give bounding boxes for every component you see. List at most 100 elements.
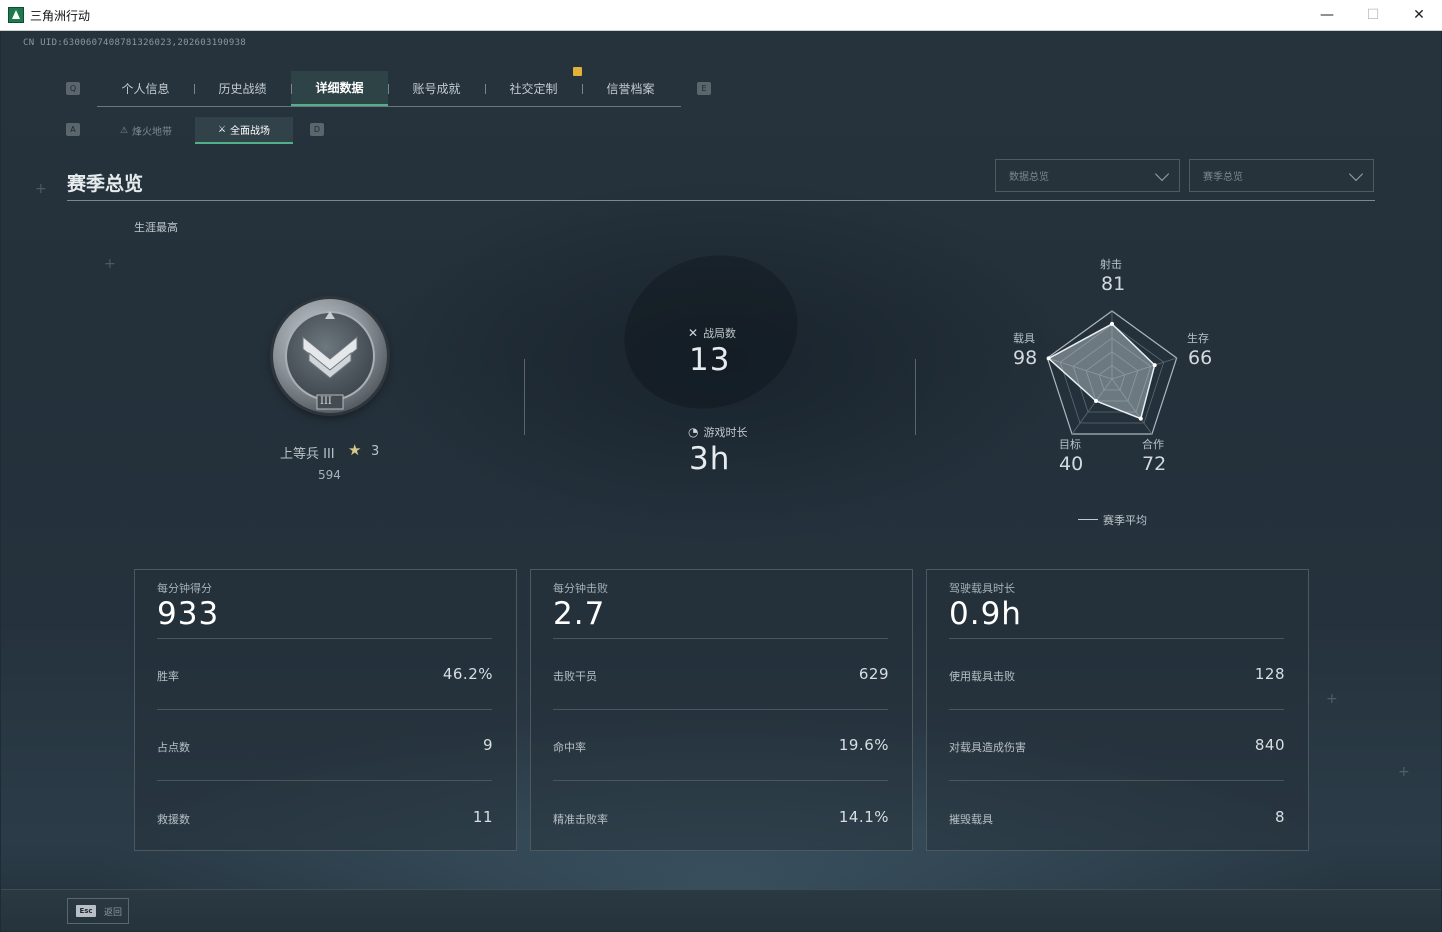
- radar-point: [1152, 363, 1157, 368]
- radar-legend: 赛季平均: [1103, 514, 1147, 527]
- chevron-down-icon: [1348, 166, 1364, 182]
- decor-crosshair: +: [1398, 764, 1410, 780]
- esc-key-icon: Esc: [76, 905, 96, 917]
- card-divider: [949, 638, 1284, 639]
- row-label: 摧毁载具: [949, 813, 993, 826]
- tab-achievements[interactable]: 账号成就: [388, 71, 485, 106]
- radar-point: [1138, 416, 1143, 421]
- matches-label-row: ✕ 战局数: [688, 325, 736, 341]
- radar-label-shooting: 射击: [1100, 258, 1122, 271]
- radar-point: [1094, 399, 1099, 404]
- radar-series-area: [1047, 322, 1156, 420]
- row-label: 占点数: [157, 741, 190, 754]
- star-icon: ★: [348, 441, 362, 459]
- matches-value: 13: [689, 342, 731, 378]
- column-divider: [524, 359, 525, 435]
- hotkey-prev-tab: Q: [66, 82, 80, 95]
- tab-match-history[interactable]: 历史战绩: [194, 71, 291, 106]
- radar-label-survival: 生存: [1187, 332, 1209, 345]
- row-value: 19.6%: [838, 736, 889, 754]
- row-label: 命中率: [553, 741, 586, 754]
- vehicle-time-card: 驾驶载具时长 0.9h 使用载具击败 128 对载具造成伤害 840 摧毁载具 …: [926, 569, 1309, 851]
- radar-value-objective: 40: [1059, 453, 1084, 475]
- dropdown-value: 数据总览: [1009, 172, 1049, 183]
- card-divider: [949, 780, 1284, 781]
- column-divider: [915, 359, 916, 435]
- card-divider: [157, 709, 492, 710]
- card-divider: [157, 638, 492, 639]
- playtime-label-row: ◔ 游戏时长: [688, 424, 747, 440]
- row-value: 14.1%: [838, 808, 889, 826]
- tab-detailed-data[interactable]: 详细数据: [291, 71, 388, 106]
- card-title: 每分钟击败: [553, 582, 608, 595]
- card-divider: [553, 638, 888, 639]
- card-row: 使用载具击败 128: [949, 665, 1285, 685]
- score-per-minute-card: 每分钟得分 933 胜率 46.2% 占点数 9 救援数 11: [134, 569, 517, 851]
- decor-crosshair: +: [104, 256, 116, 272]
- card-title: 每分钟得分: [157, 582, 212, 595]
- hotkey-next-tab: E: [697, 82, 711, 95]
- maximize-button[interactable]: ☐: [1350, 0, 1396, 31]
- playtime-value: 3h: [689, 441, 731, 477]
- career-best-label: 生涯最高: [134, 221, 178, 234]
- rank-score: 594: [318, 468, 341, 482]
- tab-credit-record[interactable]: 信誉档案: [582, 71, 679, 106]
- radar-value-vehicle: 98: [1013, 347, 1038, 369]
- window-controls: — ☐ ✕: [1304, 0, 1442, 31]
- row-value: 9: [482, 736, 493, 754]
- data-overview-dropdown[interactable]: 数据总览: [995, 159, 1180, 192]
- minimize-button[interactable]: —: [1304, 0, 1350, 31]
- card-row: 精准击败率 14.1%: [553, 808, 889, 828]
- row-value: 128: [1254, 665, 1285, 683]
- mode-subtabs: ⚠ 烽火地带 ⚔ 全面战场: [97, 117, 293, 144]
- tab-personal-info[interactable]: 个人信息: [97, 71, 194, 106]
- row-label: 使用载具击败: [949, 670, 1015, 683]
- warning-icon: ⚠: [119, 125, 129, 136]
- card-value: 933: [157, 596, 220, 632]
- subtab-operations[interactable]: ⚠ 烽火地带: [97, 117, 195, 144]
- row-value: 46.2%: [442, 665, 493, 683]
- radar-point: [1046, 356, 1051, 361]
- close-button[interactable]: ✕: [1396, 0, 1442, 31]
- season-dropdown[interactable]: 赛季总览: [1189, 159, 1374, 192]
- radar-value-survival: 66: [1188, 347, 1213, 369]
- radar-label-vehicle: 载具: [1013, 332, 1035, 345]
- crossed-swords-icon: ⚔: [217, 124, 227, 135]
- notification-badge: [573, 67, 582, 76]
- subtab-label: 全面战场: [230, 126, 271, 137]
- bottom-bar: Esc 返回: [1, 889, 1441, 931]
- section-divider: [67, 200, 1375, 201]
- row-value: 629: [858, 665, 889, 683]
- subtab-warfare[interactable]: ⚔ 全面战场: [195, 117, 293, 144]
- card-row: 对载具造成伤害 840: [949, 736, 1285, 756]
- card-divider: [553, 780, 888, 781]
- radar-label-objective: 目标: [1059, 438, 1081, 451]
- back-label: 返回: [104, 907, 123, 918]
- card-row: 摧毁载具 8: [949, 808, 1285, 828]
- radar-label-teamwork: 合作: [1142, 438, 1164, 451]
- card-title: 驾驶载具时长: [949, 582, 1015, 595]
- crossed-swords-icon: ✕: [688, 326, 699, 340]
- radar-value-shooting: 81: [1101, 273, 1126, 295]
- window-title: 三角洲行动: [30, 8, 91, 23]
- card-value: 2.7: [553, 596, 606, 632]
- back-button[interactable]: Esc 返回: [67, 898, 129, 924]
- row-value: 11: [472, 808, 493, 826]
- radar-value-teamwork: 72: [1142, 453, 1167, 475]
- app-logo-icon: [8, 7, 24, 23]
- card-row: 击败干员 629: [553, 665, 889, 685]
- matches-label: 战局数: [703, 327, 737, 340]
- game-viewport: + + + + CN UID:6300607408781326023,20260…: [1, 31, 1441, 931]
- card-row: 命中率 19.6%: [553, 736, 889, 756]
- row-label: 胜率: [157, 670, 179, 683]
- window-titlebar: 三角洲行动 — ☐ ✕: [0, 0, 1442, 31]
- stopwatch-icon: ◔: [688, 425, 699, 439]
- card-divider: [553, 709, 888, 710]
- row-label: 救援数: [157, 813, 190, 826]
- kills-per-minute-card: 每分钟击败 2.7 击败干员 629 命中率 19.6% 精准击败率 14.1%: [530, 569, 913, 851]
- row-value: 840: [1254, 736, 1285, 754]
- tab-social-custom[interactable]: 社交定制: [485, 71, 582, 106]
- card-row: 胜率 46.2%: [157, 665, 493, 685]
- radar-point: [1110, 321, 1114, 326]
- chevron-down-icon: [1154, 166, 1170, 182]
